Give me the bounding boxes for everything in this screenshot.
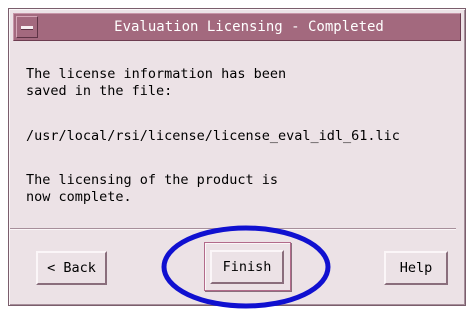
button-separator xyxy=(10,228,456,230)
back-button[interactable]: < Back xyxy=(36,251,107,285)
finish-button[interactable]: Finish xyxy=(210,250,284,284)
saved-message-line2: saved in the file: xyxy=(26,83,173,99)
help-button[interactable]: Help xyxy=(384,251,448,285)
completion-message-line1: The licensing of the product is xyxy=(26,172,278,188)
license-file-path: /usr/local/rsi/license/license_eval_idl_… xyxy=(26,128,400,144)
completion-message-line2: now complete. xyxy=(26,189,132,205)
saved-message-line1: The license information has been xyxy=(26,66,287,82)
window-title: Evaluation Licensing - Completed xyxy=(114,19,384,35)
window-menu-bar xyxy=(21,26,33,30)
completion-message: The licensing of the product is now comp… xyxy=(26,172,278,206)
title-bar[interactable]: Evaluation Licensing - Completed xyxy=(13,13,461,41)
window-menu-icon[interactable] xyxy=(16,16,38,38)
saved-message: The license information has been saved i… xyxy=(26,66,286,100)
